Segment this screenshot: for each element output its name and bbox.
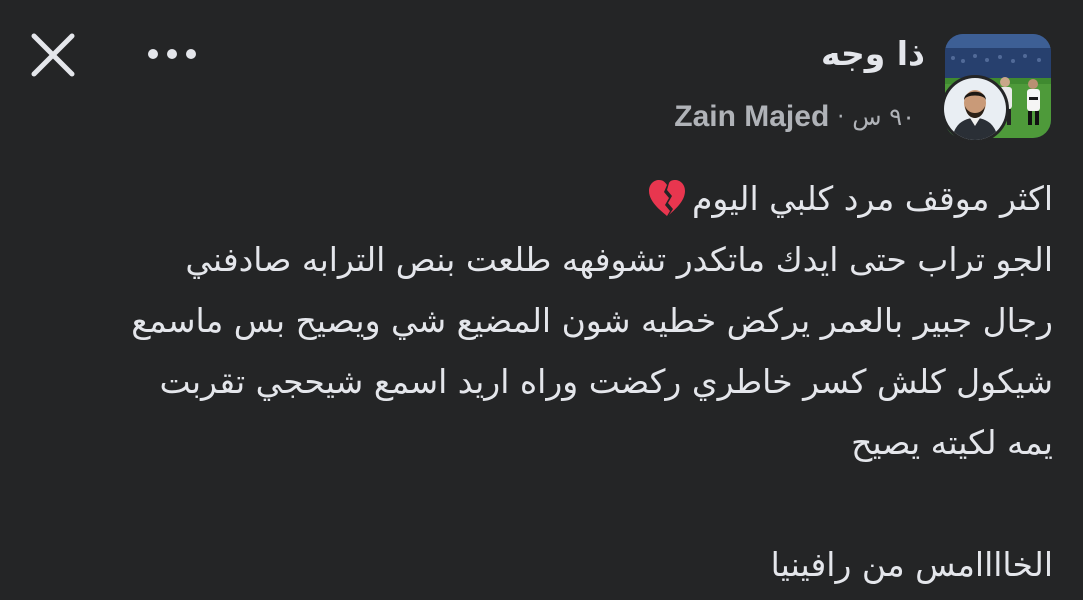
post-line-5: يمه لكيته يصيح <box>851 423 1053 462</box>
post-meta: Zain Majed · ٩٠ س <box>674 100 915 134</box>
post-line-6 <box>30 473 1053 534</box>
avatar-image <box>944 78 1006 140</box>
close-button[interactable] <box>26 30 80 80</box>
post-line-2: الجو تراب حتى ايدك ماتكدر تشوفهه طلعت بن… <box>185 240 1053 279</box>
post-line-3: رجال جبير بالعمر يركض خطيه شون المضيع شي… <box>131 301 1053 340</box>
more-horizontal-icon <box>148 49 196 59</box>
close-icon <box>31 33 75 77</box>
post-text: اكثر موقف مرد كلبي اليوم الجو تراب حتى ا… <box>30 168 1053 595</box>
more-options-button[interactable] <box>140 36 204 72</box>
post-header: ذا وجه Zain Majed · ٩٠ س <box>0 0 1083 160</box>
page-name[interactable]: ذا وجه <box>821 34 925 73</box>
post-line-text: اكثر موقف مرد كلبي اليوم <box>691 179 1053 218</box>
author-avatar[interactable] <box>941 75 1009 143</box>
author-name[interactable]: Zain Majed <box>674 100 829 134</box>
meta-separator: · <box>837 104 845 130</box>
post-line-4: شيكول كلش كسر خاطري ركضت وراه اريد اسمع … <box>159 362 1053 401</box>
post-line-1: اكثر موقف مرد كلبي اليوم <box>30 168 1053 229</box>
post-line-7: الخاااامس من رافينيا <box>770 545 1053 584</box>
post-timestamp[interactable]: ٩٠ س <box>852 103 915 131</box>
broken-heart-icon <box>648 180 685 216</box>
